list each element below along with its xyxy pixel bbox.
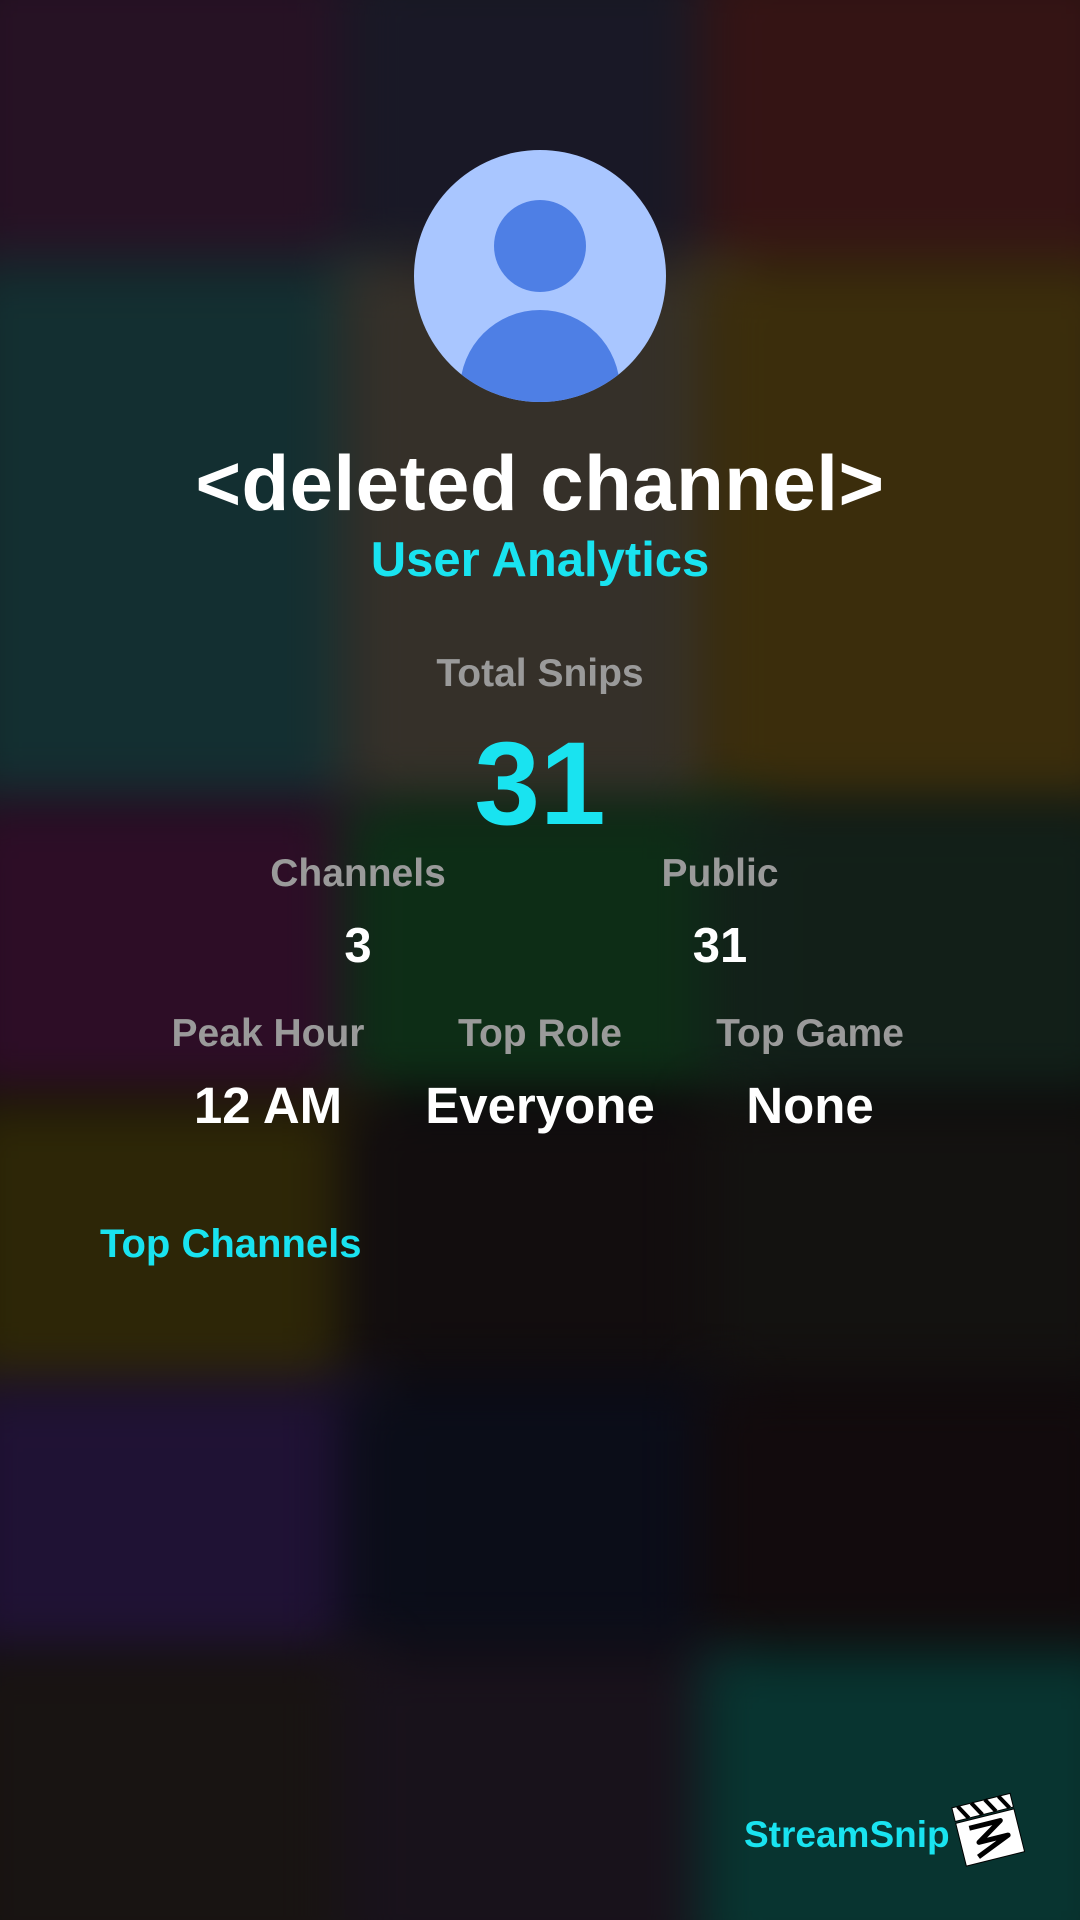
channels-stat: Channels 3 <box>208 852 508 974</box>
clapperboard-logo-icon <box>951 1792 1026 1867</box>
channel-name-title: <deleted channel> <box>195 439 885 527</box>
top-channels-heading: Top Channels <box>100 1222 362 1266</box>
public-label: Public <box>661 852 779 895</box>
top-role-stat: Top Role Everyone <box>390 1012 690 1135</box>
total-snips-value: 31 <box>474 718 606 850</box>
top-game-label: Top Game <box>716 1012 904 1055</box>
default-user-avatar-icon <box>414 150 666 402</box>
top-role-value: Everyone <box>425 1077 655 1134</box>
peak-hour-value: 12 AM <box>193 1077 343 1134</box>
public-value: 31 <box>692 919 748 973</box>
page-subtitle: User Analytics <box>370 533 710 587</box>
top-role-label: Top Role <box>458 1012 622 1055</box>
top-game-stat: Top Game None <box>660 1012 960 1135</box>
channels-label: Channels <box>270 852 446 895</box>
total-snips-label: Total Snips <box>436 652 644 695</box>
peak-hour-label: Peak Hour <box>171 1012 365 1055</box>
peak-hour-stat: Peak Hour 12 AM <box>118 1012 418 1135</box>
public-stat: Public 31 <box>570 852 870 974</box>
brand-name: StreamSnip <box>744 1814 950 1855</box>
channels-value: 3 <box>344 919 372 973</box>
top-game-value: None <box>746 1077 874 1134</box>
